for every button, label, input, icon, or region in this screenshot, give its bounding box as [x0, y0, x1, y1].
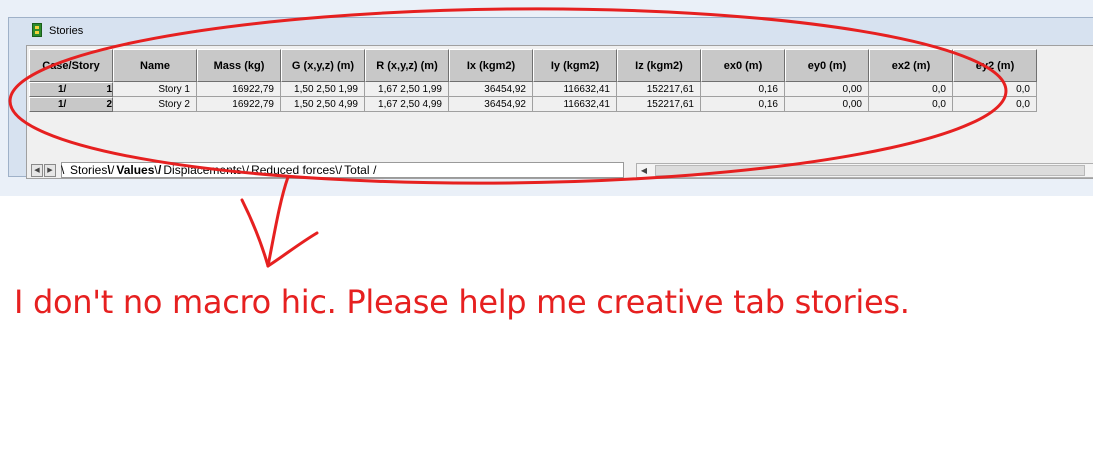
header-ix[interactable]: Ix (kgm2) [449, 49, 533, 82]
window-titlebar: Stories [9, 18, 1093, 40]
header-name[interactable]: Name [113, 49, 197, 82]
cell-g[interactable]: 1,50 2,50 1,99 [281, 82, 365, 97]
table-header: Case/Story Name Mass (kg) G (x,y,z) (m) … [29, 49, 1037, 82]
cell-ex2[interactable]: 0,0 [869, 82, 953, 97]
cell-ey0[interactable]: 0,00 [785, 97, 869, 112]
header-ex0[interactable]: ex0 (m) [701, 49, 785, 82]
tab-total[interactable]: Total [335, 163, 377, 177]
story-number: 1 [106, 84, 112, 95]
tab-stories[interactable]: Stories [61, 163, 115, 177]
cell-ex2[interactable]: 0,0 [869, 97, 953, 112]
table-row[interactable]: 1/ 1 Story 1 16922,79 1,50 2,50 1,99 1,6… [29, 82, 1037, 97]
stories-window: Stories Case/Story Name Mass (kg) G (x,y… [8, 17, 1093, 179]
story-number: 2 [106, 99, 112, 110]
sheet-tabs: Stories Values Displacements Reduced for… [61, 162, 624, 178]
cell-ey2[interactable]: 0,0 [953, 82, 1037, 97]
case-number: 1/ [58, 84, 67, 95]
case-number: 1/ [58, 99, 67, 110]
sheet-tab-bar: ◀ ▶ Stories Values Displacements Reduced… [31, 162, 631, 178]
header-r[interactable]: R (x,y,z) (m) [365, 49, 449, 82]
window-title: Stories [49, 24, 84, 37]
cell-iz[interactable]: 152217,61 [617, 97, 701, 112]
horizontal-scrollbar[interactable]: ◀ [636, 163, 1093, 178]
row-case-cell[interactable]: 1/ 1 [29, 82, 113, 97]
header-ey2[interactable]: ey2 (m) [953, 49, 1037, 82]
tab-values[interactable]: Values [107, 163, 161, 177]
cell-ix[interactable]: 36454,92 [449, 97, 533, 112]
table-row[interactable]: 1/ 2 Story 2 16922,79 1,50 2,50 4,99 1,6… [29, 97, 1037, 112]
stories-table-icon [32, 23, 42, 37]
cell-name[interactable]: Story 2 [113, 97, 197, 112]
cell-mass[interactable]: 16922,79 [197, 82, 281, 97]
tab-scroll-right-button[interactable]: ▶ [44, 163, 56, 177]
tab-displacements[interactable]: Displacements [154, 163, 248, 177]
header-ex2[interactable]: ex2 (m) [869, 49, 953, 82]
header-iy[interactable]: Iy (kgm2) [533, 49, 617, 82]
row-case-cell[interactable]: 1/ 2 [29, 97, 113, 112]
stories-table: Case/Story Name Mass (kg) G (x,y,z) (m) … [29, 49, 1037, 112]
header-ey0[interactable]: ey0 (m) [785, 49, 869, 82]
tab-reduced-forces[interactable]: Reduced forces [242, 163, 342, 177]
cell-name[interactable]: Story 1 [113, 82, 197, 97]
header-case-story[interactable]: Case/Story [29, 49, 113, 82]
tab-scroll-left-button[interactable]: ◀ [31, 163, 43, 177]
cell-iy[interactable]: 116632,41 [533, 97, 617, 112]
scroll-left-arrow-icon[interactable]: ◀ [637, 164, 651, 177]
cell-iz[interactable]: 152217,61 [617, 82, 701, 97]
arrow-head-right [266, 231, 319, 268]
cell-g[interactable]: 1,50 2,50 4,99 [281, 97, 365, 112]
table-area: Case/Story Name Mass (kg) G (x,y,z) (m) … [26, 45, 1093, 179]
cell-r[interactable]: 1,67 2,50 1,99 [365, 82, 449, 97]
arrow-head-left [240, 198, 270, 268]
cell-ex0[interactable]: 0,16 [701, 97, 785, 112]
header-g[interactable]: G (x,y,z) (m) [281, 49, 365, 82]
cell-mass[interactable]: 16922,79 [197, 97, 281, 112]
header-iz[interactable]: Iz (kgm2) [617, 49, 701, 82]
header-mass[interactable]: Mass (kg) [197, 49, 281, 82]
scrollbar-thumb[interactable] [655, 165, 1085, 176]
cell-r[interactable]: 1,67 2,50 4,99 [365, 97, 449, 112]
cell-ex0[interactable]: 0,16 [701, 82, 785, 97]
cell-ey2[interactable]: 0,0 [953, 97, 1037, 112]
annotation-text: I don't no macro hic. Please help me cre… [14, 283, 910, 321]
cell-iy[interactable]: 116632,41 [533, 82, 617, 97]
cell-ey0[interactable]: 0,00 [785, 82, 869, 97]
cell-ix[interactable]: 36454,92 [449, 82, 533, 97]
